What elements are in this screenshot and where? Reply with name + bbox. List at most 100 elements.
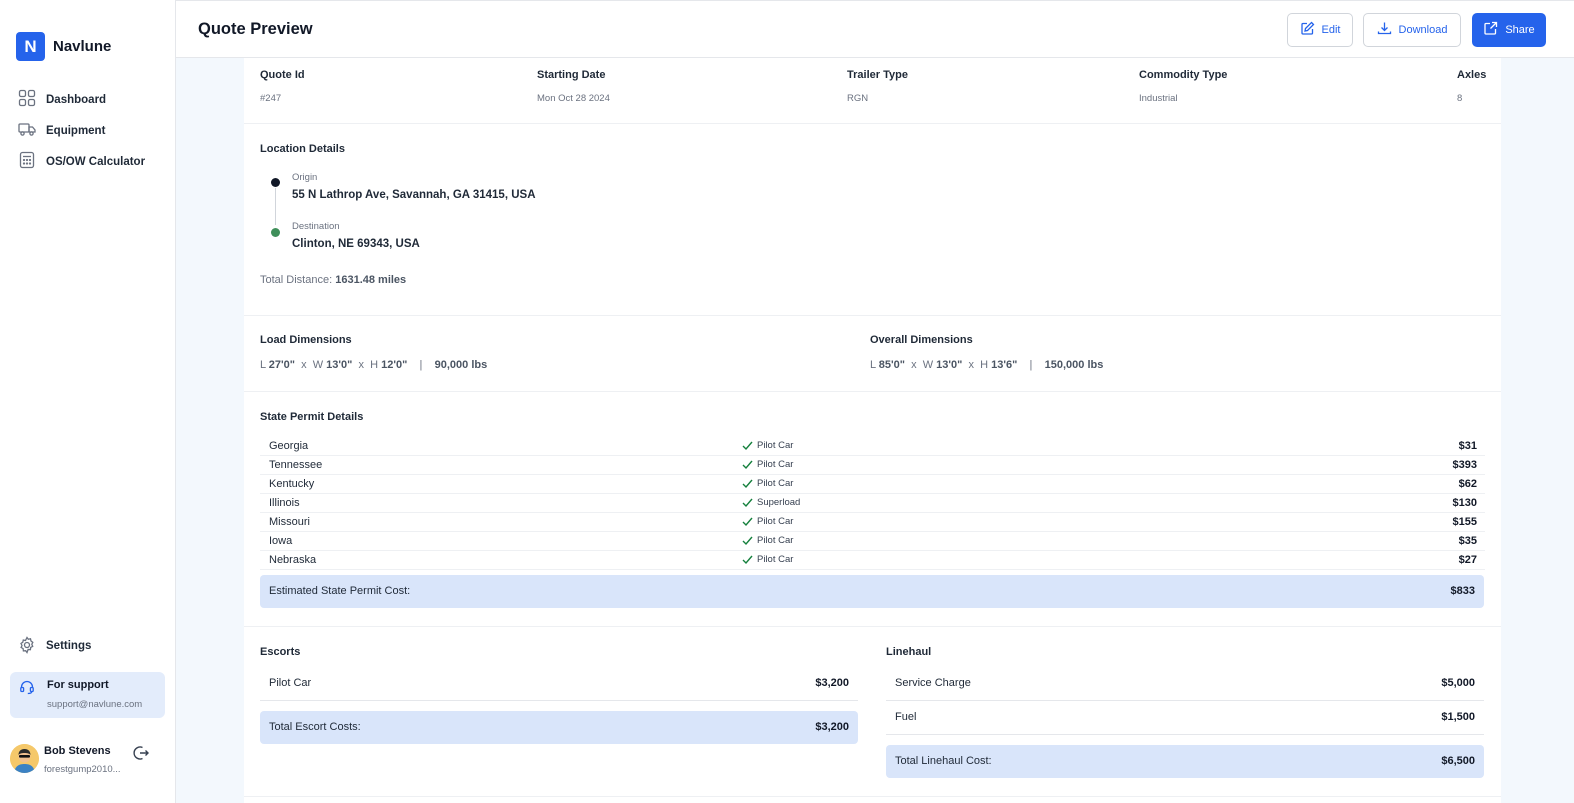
load-length: 27'0" bbox=[268, 359, 295, 371]
permits-title: State Permit Details bbox=[260, 411, 364, 423]
sidebar-item-calculator[interactable]: OS/OW Calculator bbox=[18, 146, 145, 177]
share-icon bbox=[1483, 21, 1505, 39]
width-prefix: W bbox=[922, 359, 934, 371]
sidebar-item-label: Equipment bbox=[46, 124, 106, 137]
permit-state: Kentucky bbox=[269, 478, 315, 490]
load-width: 13'0" bbox=[326, 359, 353, 371]
quote-summary: Quote Id #247 Starting Date Mon Oct 28 2… bbox=[244, 58, 1501, 124]
starting-date-header: Starting Date bbox=[537, 69, 606, 81]
total-distance-label: Total Distance: bbox=[260, 274, 333, 286]
sidebar-item-label: OS/OW Calculator bbox=[46, 155, 146, 168]
header: Quote Preview Edit Download Share bbox=[176, 0, 1574, 58]
permit-total-label: Estimated State Permit Cost: bbox=[269, 585, 411, 597]
escort-total-amount: $3,200 bbox=[815, 721, 849, 733]
permit-type: Pilot Car bbox=[742, 516, 793, 527]
height-prefix: H bbox=[980, 359, 989, 371]
divider: | bbox=[1029, 359, 1033, 371]
starting-date-column: Starting Date Mon Oct 28 2024 bbox=[537, 69, 610, 104]
origin-dot bbox=[271, 178, 280, 187]
escorts-title: Escorts bbox=[260, 646, 301, 658]
total-distance-value: 1631.48 miles bbox=[335, 274, 407, 286]
permit-type-label: Pilot Car bbox=[757, 516, 794, 527]
sidebar-item-dashboard[interactable]: Dashboard bbox=[18, 84, 145, 115]
edit-button[interactable]: Edit bbox=[1287, 13, 1353, 47]
destination-caption: Destination bbox=[292, 221, 340, 232]
avatar[interactable] bbox=[10, 744, 39, 773]
load-weight: 90,000 lbs bbox=[434, 359, 488, 371]
user-name: Bob Stevens bbox=[44, 745, 111, 757]
route-line bbox=[275, 188, 276, 225]
costs-section: Escorts Pilot Car $3,200 Total Escort Co… bbox=[244, 627, 1501, 797]
state-permit-details: State Permit Details Georgia Pilot Car $… bbox=[244, 392, 1501, 627]
overall-height: 13'6" bbox=[991, 359, 1018, 371]
commodity-type-value: Industrial bbox=[1139, 93, 1178, 104]
sidebar-item-settings[interactable]: Settings bbox=[18, 635, 92, 657]
separator: x bbox=[968, 359, 974, 371]
linehaul-line-item: Fuel $1,500 bbox=[886, 701, 1484, 735]
permit-type-label: Superload bbox=[757, 497, 801, 508]
width-prefix: W bbox=[312, 359, 324, 371]
permit-type: Pilot Car bbox=[742, 535, 793, 546]
separator: x bbox=[358, 359, 364, 371]
support-email[interactable]: support@navlune.com bbox=[47, 699, 142, 710]
permit-state: Illinois bbox=[269, 497, 300, 509]
table-row: Kentucky Pilot Car $62 bbox=[260, 475, 1485, 494]
logout-icon[interactable] bbox=[132, 744, 150, 762]
escort-total-label: Total Escort Costs: bbox=[269, 721, 361, 733]
calculator-icon bbox=[18, 151, 46, 172]
check-icon bbox=[742, 536, 753, 546]
height-prefix: H bbox=[370, 359, 379, 371]
permit-amount: $31 bbox=[1458, 440, 1477, 452]
brand[interactable]: N Navlune bbox=[16, 32, 111, 61]
download-button[interactable]: Download bbox=[1363, 13, 1461, 47]
table-row: Tennessee Pilot Car $393 bbox=[260, 456, 1485, 475]
quote-preview-panel: Quote Id #247 Starting Date Mon Oct 28 2… bbox=[244, 58, 1501, 803]
permit-type: Pilot Car bbox=[742, 440, 793, 451]
user-email: forestgump2010... bbox=[44, 764, 121, 775]
gear-icon bbox=[18, 635, 46, 657]
table-row: Iowa Pilot Car $35 bbox=[260, 532, 1485, 551]
trailer-type-header: Trailer Type bbox=[847, 69, 908, 81]
permit-type-label: Pilot Car bbox=[757, 440, 794, 451]
total-distance: Total Distance: 1631.48 miles bbox=[260, 274, 406, 286]
separator: x bbox=[911, 359, 917, 371]
edit-icon bbox=[1300, 21, 1322, 39]
sidebar-nav: Dashboard Equipment OS/OW Calculator bbox=[18, 84, 145, 177]
quote-id-column: Quote Id #247 bbox=[260, 69, 305, 104]
permit-total-bar: Estimated State Permit Cost: $833 bbox=[260, 575, 1484, 608]
quote-id-value: #247 bbox=[260, 93, 282, 104]
permit-type: Pilot Car bbox=[742, 478, 793, 489]
commodity-type-header: Commodity Type bbox=[1139, 69, 1228, 81]
overall-weight: 150,000 lbs bbox=[1044, 359, 1104, 371]
linehaul-total-bar: Total Linehaul Cost: $6,500 bbox=[886, 745, 1484, 778]
trailer-type-column: Trailer Type RGN bbox=[847, 69, 908, 104]
brand-name: Navlune bbox=[53, 38, 112, 55]
edit-label: Edit bbox=[1321, 24, 1341, 36]
permit-state: Nebraska bbox=[269, 554, 317, 566]
load-dimensions-values: L 27'0" x W 13'0" x H 12'0" | 90,000 lbs bbox=[260, 359, 487, 371]
permit-total-amount: $833 bbox=[1450, 585, 1475, 597]
permit-state: Iowa bbox=[269, 535, 293, 547]
permit-state: Georgia bbox=[269, 440, 309, 452]
permit-amount: $393 bbox=[1452, 459, 1477, 471]
truck-icon bbox=[18, 120, 46, 141]
page-title: Quote Preview bbox=[198, 20, 313, 38]
download-icon bbox=[1377, 21, 1399, 39]
support-card[interactable]: For support support@navlune.com bbox=[10, 672, 165, 718]
commodity-type-column: Commodity Type Industrial bbox=[1139, 69, 1227, 104]
share-button[interactable]: Share bbox=[1472, 13, 1546, 47]
grid-icon bbox=[18, 89, 46, 110]
permit-type-label: Pilot Car bbox=[757, 459, 794, 470]
permit-state: Tennessee bbox=[269, 459, 323, 471]
sidebar-item-equipment[interactable]: Equipment bbox=[18, 115, 145, 146]
dimensions-section: Load Dimensions L 27'0" x W 13'0" x H 12… bbox=[244, 316, 1501, 392]
length-prefix: L bbox=[870, 359, 876, 371]
escort-total-bar: Total Escort Costs: $3,200 bbox=[260, 711, 858, 744]
settings-label: Settings bbox=[46, 640, 92, 652]
separator: x bbox=[301, 359, 307, 371]
axles-header: Axles bbox=[1457, 69, 1487, 81]
table-row: Illinois Superload $130 bbox=[260, 494, 1485, 513]
quote-id-header: Quote Id bbox=[260, 69, 305, 81]
origin-caption: Origin bbox=[292, 172, 318, 183]
overall-length: 85'0" bbox=[878, 359, 905, 371]
